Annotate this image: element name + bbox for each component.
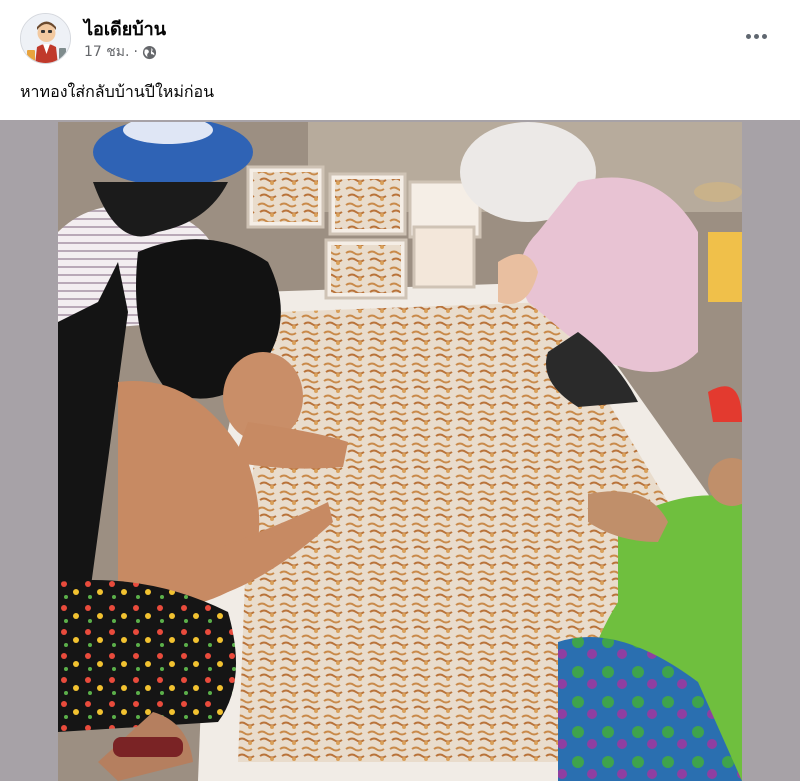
- post-header: ไอเดียบ้าน 17 ชม. ·: [0, 0, 800, 72]
- post-timestamp[interactable]: 17 ชม.: [84, 41, 129, 63]
- more-dot: [761, 33, 767, 39]
- globe-icon[interactable]: [142, 45, 157, 60]
- post-options-button[interactable]: [740, 22, 772, 50]
- post-media-container[interactable]: [0, 120, 800, 781]
- post-photo[interactable]: [58, 122, 742, 781]
- avatar-illustration-icon: [21, 14, 70, 63]
- meta-separator: ·: [133, 44, 138, 60]
- more-dot: [753, 33, 759, 39]
- market-jewelry-photo: [58, 122, 742, 781]
- post-message: หาทองใส่กลับบ้านปีใหม่ก่อน: [20, 82, 215, 101]
- post-meta: 17 ชม. ·: [84, 43, 157, 61]
- page-name-link[interactable]: ไอเดียบ้าน: [84, 14, 166, 43]
- page-avatar[interactable]: [20, 13, 71, 64]
- more-dots-icon: [745, 33, 751, 39]
